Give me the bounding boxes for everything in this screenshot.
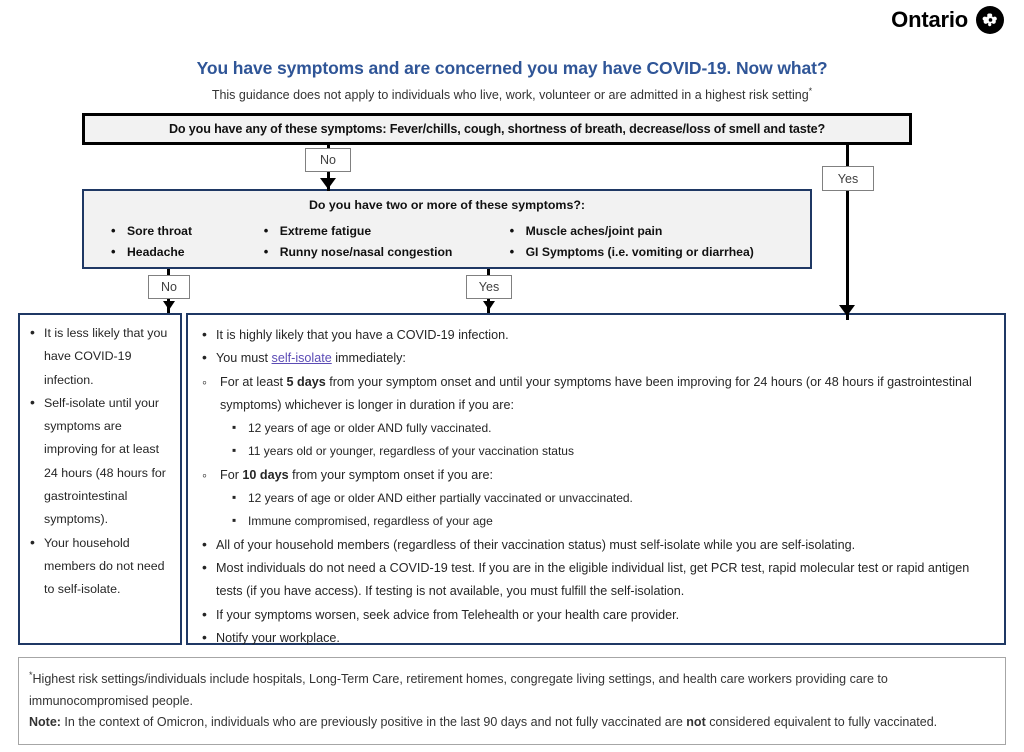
outcome-high-risk-box: It is highly likely that you have a COVI… <box>186 313 1006 649</box>
outcome-high-risk-item: 11 years old or younger, regardless of y… <box>194 439 994 463</box>
arrowhead-q2-yes <box>483 301 495 310</box>
question-1-box: Do you have any of these symptoms: Fever… <box>82 113 912 145</box>
symptom-item: Sore throat <box>108 220 261 242</box>
subtitle-footnote-marker: * <box>808 86 813 96</box>
arrowhead-q1-yes <box>839 305 855 316</box>
item-text-post: from your symptom onset and until your s… <box>220 374 972 412</box>
footnote-note: Note: In the context of Omicron, individ… <box>29 712 995 734</box>
footnote-note-part1: In the context of Omicron, individuals w… <box>60 715 687 730</box>
question-2-symptom-columns: Sore throat Headache Extreme fatigue Run… <box>90 220 804 263</box>
symptom-column-3: Muscle aches/joint pain GI Symptoms (i.e… <box>507 220 804 263</box>
question-1-text: Do you have any of these symptoms: Fever… <box>168 122 826 136</box>
page-subtitle-text: This guidance does not apply to individu… <box>211 88 809 103</box>
edge-label-q2-no: No <box>148 275 190 299</box>
page-title: You have symptoms and are concerned you … <box>196 58 828 78</box>
outcome-high-risk-item: Notify your workplace. <box>194 626 994 650</box>
outcome-high-risk-item: Immune compromised, regardless of your a… <box>194 509 994 533</box>
ontario-wordmark: Ontario <box>891 7 968 32</box>
item-emphasis: 10 days <box>242 467 289 482</box>
ontario-logo: Ontario <box>891 6 1004 34</box>
ontario-trillium-icon <box>976 6 1004 34</box>
symptom-item: Extreme fatigue <box>261 220 507 242</box>
outcome-low-risk-bullet: Self-isolate until your symptoms are imp… <box>24 391 174 532</box>
footnote-note-label: Note: <box>29 715 61 730</box>
outcome-high-risk-item: Most individuals do not need a COVID-19 … <box>194 556 994 604</box>
item-text: You must <box>216 351 272 366</box>
item-text: For at least <box>220 374 287 389</box>
symptom-item: Headache <box>108 241 261 263</box>
outcome-high-risk-item: For at least 5 days from your symptom on… <box>194 371 994 418</box>
footnote-note-emphasis: not <box>686 715 706 730</box>
edge-label-q2-yes: Yes <box>466 275 512 299</box>
outcome-low-risk-bullet: It is less likely that you have COVID-19… <box>24 321 174 392</box>
arrowhead-q2-no <box>163 301 175 310</box>
item-text: For <box>220 467 243 482</box>
item-emphasis: 5 days <box>286 374 326 389</box>
symptom-item: GI Symptoms (i.e. vomiting or diarrhea) <box>507 241 804 263</box>
footnote-note-part2: considered equivalent to fully vaccinate… <box>705 715 938 730</box>
outcome-low-risk-bullet: Your household members do not need to se… <box>24 531 174 602</box>
item-text: It is highly likely that you have a COVI… <box>216 328 509 342</box>
outcome-high-risk-item: For 10 days from your symptom onset if y… <box>194 464 994 488</box>
outcome-high-risk-item: It is highly likely that you have a COVI… <box>194 323 994 347</box>
symptom-item: Runny nose/nasal congestion <box>261 241 507 263</box>
footnote-box: *Highest risk settings/individuals inclu… <box>18 657 1006 745</box>
question-2-heading: Do you have two or more of these symptom… <box>308 198 586 212</box>
symptom-column-1: Sore throat Headache <box>90 220 261 263</box>
edge-label-q1-no: No <box>305 148 351 172</box>
arrowhead-q1-no <box>320 178 336 189</box>
edge-label-q1-yes: Yes <box>822 166 874 191</box>
footnote-line-1-text: Highest risk settings/individuals includ… <box>29 672 888 708</box>
outcome-high-risk-item: If your symptoms worsen, seek advice fro… <box>194 603 994 627</box>
self-isolate-link[interactable]: self-isolate <box>272 351 332 365</box>
page-subtitle: This guidance does not apply to individu… <box>0 86 1024 102</box>
outcome-high-risk-item: 12 years of age or older AND fully vacci… <box>194 416 994 440</box>
outcome-low-risk-box: It is less likely that you have COVID-19… <box>18 313 182 645</box>
symptom-column-2: Extreme fatigue Runny nose/nasal congest… <box>261 220 507 263</box>
outcome-high-risk-item: You must self-isolate immediately: <box>194 346 994 370</box>
outcome-high-risk-item: 12 years of age or older AND either part… <box>194 486 994 510</box>
item-text-post: from your symptom onset if you are: <box>288 467 493 482</box>
outcome-high-risk-item: All of your household members (regardles… <box>194 533 994 557</box>
footnote-line-1: *Highest risk settings/individuals inclu… <box>29 665 995 712</box>
symptom-item: Muscle aches/joint pain <box>507 220 804 242</box>
question-2-box: Do you have two or more of these symptom… <box>82 189 812 269</box>
item-text-post: immediately: <box>331 351 406 366</box>
